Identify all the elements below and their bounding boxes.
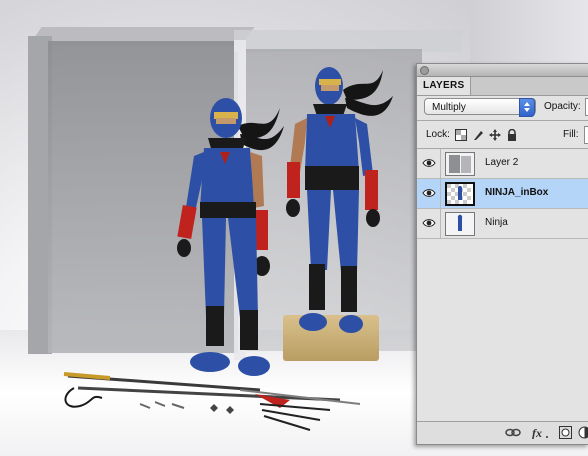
add-mask-icon[interactable] [559, 426, 572, 439]
layer-style-fx-icon[interactable]: fx [531, 426, 549, 440]
fill-field[interactable] [584, 126, 588, 144]
eye-icon[interactable] [422, 186, 436, 200]
ninja-figure-front [168, 96, 298, 386]
blend-mode-select[interactable]: Multiply [424, 98, 536, 117]
panel-bottom-bar: fx [417, 421, 588, 444]
link-layers-icon[interactable] [505, 426, 521, 439]
layer-thumbnail[interactable] [445, 182, 475, 206]
weapon-accessories [50, 360, 370, 440]
layer-thumbnail[interactable] [445, 212, 475, 236]
lock-position-icon[interactable] [489, 128, 501, 141]
panel-title-bar[interactable] [417, 64, 588, 77]
layer-row-ninja-inbox[interactable]: NINJA_inBox [417, 179, 588, 209]
layer-row-ninja[interactable]: Ninja [417, 209, 588, 239]
row-divider [440, 209, 441, 238]
eye-icon[interactable] [422, 216, 436, 230]
row-divider [440, 179, 441, 208]
layer-name[interactable]: NINJA_inBox [485, 187, 548, 198]
svg-text:fx: fx [532, 426, 542, 439]
layers-panel[interactable]: LAYERS Multiply Opacity: Lock: Fill: Lay… [416, 63, 588, 445]
layer-name[interactable]: Ninja [485, 217, 508, 228]
eye-icon[interactable] [422, 156, 436, 170]
lock-label: Lock: [426, 129, 450, 140]
panel-tab-row: LAYERS [417, 77, 588, 96]
lock-all-icon[interactable] [506, 128, 518, 141]
layer-thumbnail[interactable] [445, 152, 475, 176]
select-arrows-icon[interactable] [519, 98, 535, 117]
fill-label: Fill: [563, 129, 579, 140]
panel-close-button[interactable] [420, 66, 429, 75]
divider [417, 120, 588, 121]
lock-row: Lock: Fill: [417, 124, 588, 146]
lock-transparent-pixels-icon[interactable] [455, 128, 467, 141]
blend-mode-value: Multiply [432, 102, 466, 113]
blend-row: Multiply Opacity: [417, 95, 588, 119]
ninja-figure-in-box [283, 66, 403, 342]
opacity-label: Opacity: [544, 101, 581, 112]
layer-row-layer-2[interactable]: Layer 2 [417, 149, 588, 179]
new-fill-layer-icon[interactable] [578, 426, 588, 439]
layer-list: Layer 2 NINJA_inBox Ninja [417, 149, 588, 239]
tab-layers[interactable]: LAYERS [417, 77, 472, 95]
row-divider [440, 149, 441, 178]
lock-image-pixels-icon[interactable] [472, 128, 484, 140]
layer-name[interactable]: Layer 2 [485, 157, 518, 168]
